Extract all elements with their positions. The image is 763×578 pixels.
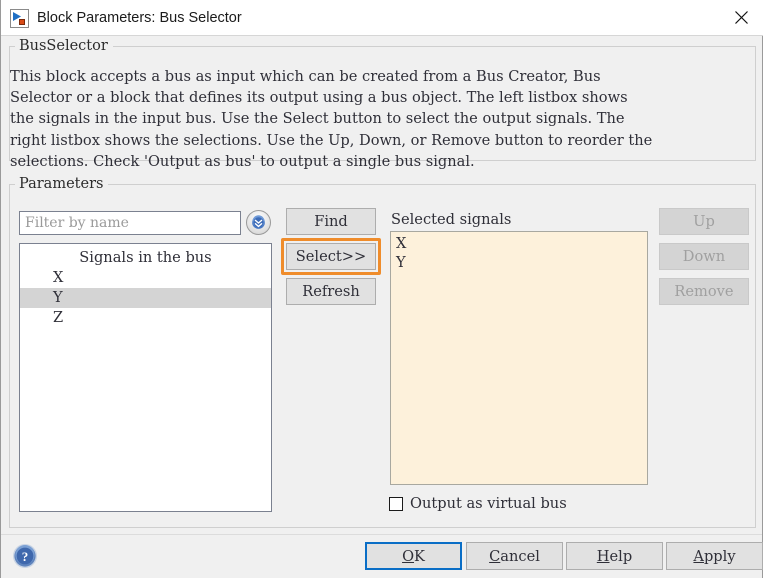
select-button[interactable]: Select>>	[286, 243, 376, 270]
parameters-group-legend: Parameters	[15, 177, 109, 191]
block-parameters-dialog: Block Parameters: Bus Selector BusSelect…	[0, 0, 763, 578]
cancel-button[interactable]: Cancel	[466, 542, 563, 570]
refresh-button[interactable]: Refresh	[286, 278, 376, 305]
svg-text:?: ?	[22, 549, 29, 564]
bus-selector-group-legend: BusSelector	[15, 39, 113, 53]
close-icon[interactable]	[718, 0, 763, 35]
output-as-virtual-bus-checkbox-row[interactable]: Output as virtual bus	[389, 495, 567, 512]
apply-button-label-rest: pply	[703, 547, 736, 565]
signal-list-item[interactable]: X	[20, 268, 271, 288]
signals-listbox-header: Signals in the bus	[79, 249, 212, 266]
dialog-footer: ? OK Cancel Help Apply	[1, 534, 763, 578]
cancel-button-label-rest: ancel	[500, 547, 540, 565]
apply-button-mnemonic: A	[693, 547, 704, 565]
help-button-mnemonic: H	[596, 547, 610, 565]
up-button[interactable]: Up	[659, 208, 749, 235]
selected-signals-label: Selected signals	[391, 211, 512, 228]
signal-list-item[interactable]: Y	[20, 288, 271, 308]
ok-button-label-rest: K	[414, 547, 425, 565]
cancel-button-mnemonic: C	[489, 547, 501, 565]
selected-signals-listbox[interactable]: X Y	[390, 231, 648, 485]
selected-signal-item[interactable]: Y	[391, 253, 647, 272]
filter-by-name-input[interactable]	[19, 211, 241, 235]
output-as-virtual-bus-label: Output as virtual bus	[410, 495, 567, 512]
help-button-label-rest: elp	[609, 547, 633, 565]
selected-signal-item[interactable]: X	[391, 234, 647, 253]
find-button[interactable]: Find	[286, 208, 376, 235]
remove-button[interactable]: Remove	[659, 278, 749, 305]
double-chevron-down-icon[interactable]	[246, 210, 271, 235]
apply-button[interactable]: Apply	[666, 542, 763, 570]
ok-button-mnemonic: O	[402, 547, 415, 565]
help-circle-icon[interactable]: ?	[12, 543, 38, 569]
output-as-virtual-bus-checkbox[interactable]	[389, 496, 403, 511]
signal-list-item[interactable]: Z	[20, 308, 271, 328]
simulink-block-icon	[10, 9, 29, 28]
signals-in-the-bus-listbox[interactable]: Signals in the bus X Y Z	[19, 243, 272, 512]
help-button[interactable]: Help	[566, 542, 663, 570]
window-title: Block Parameters: Bus Selector	[37, 10, 242, 26]
ok-button[interactable]: OK	[365, 542, 462, 570]
down-button[interactable]: Down	[659, 243, 749, 270]
title-bar: Block Parameters: Bus Selector	[1, 0, 763, 36]
block-description-text: This block accepts a bus as input which …	[10, 68, 653, 170]
